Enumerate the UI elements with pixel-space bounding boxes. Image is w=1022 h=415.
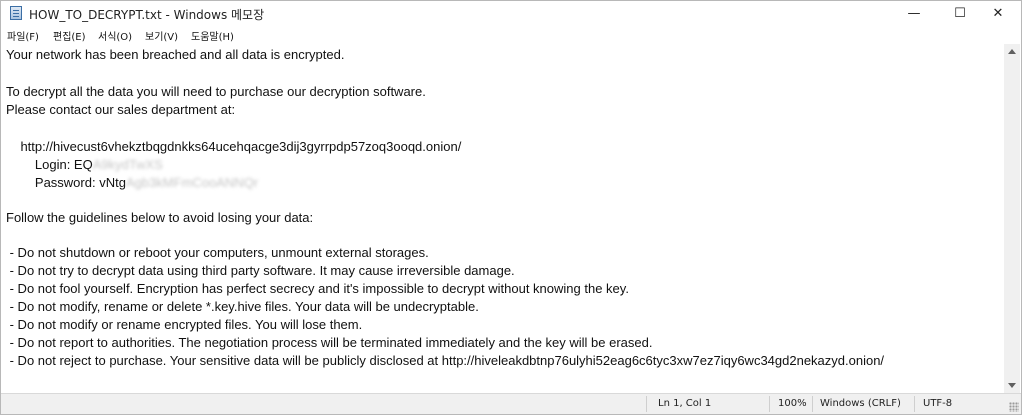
password-redacted: Agb3kMFmCooANNQr: [125, 175, 259, 190]
encoding: UTF-8: [923, 398, 953, 409]
login-label: Login: EQ: [6, 157, 93, 172]
password-line: Password: vNtgAgb3kMFmCooANNQr: [6, 175, 258, 190]
window-title: HOW_TO_DECRYPT.txt - Windows 메모장: [29, 8, 265, 22]
minimize-button[interactable]: —: [891, 1, 937, 26]
guideline-line: - Do not shutdown or reboot your compute…: [6, 245, 429, 260]
notepad-icon: [10, 6, 22, 20]
status-separator: [812, 396, 813, 412]
menu-format[interactable]: 서식(O): [98, 28, 132, 43]
status-separator: [914, 396, 915, 412]
cursor-position: Ln 1, Col 1: [658, 398, 712, 409]
scroll-down-arrow-icon[interactable]: [1008, 383, 1016, 388]
onion-url-line: http://hivecust6vhekztbqgdnkks64ucehqacg…: [6, 139, 462, 154]
menu-edit[interactable]: 편집(E): [53, 28, 86, 43]
guideline-line: - Do not modify, rename or delete *.key.…: [6, 299, 479, 314]
title-bar[interactable]: HOW_TO_DECRYPT.txt - Windows 메모장 — ☐ ✕: [1, 1, 1021, 26]
menu-help[interactable]: 도움말(H): [191, 28, 234, 43]
text-editor[interactable]: Your network has been breached and all d…: [1, 44, 1004, 393]
status-separator: [769, 396, 770, 412]
resize-grip-icon[interactable]: [1009, 402, 1019, 412]
text-line: Follow the guidelines below to avoid los…: [6, 210, 314, 225]
login-line: Login: EQA9kydTwXS: [6, 157, 163, 172]
text-line: Your network has been breached and all d…: [6, 47, 345, 62]
vertical-scrollbar[interactable]: [1004, 44, 1020, 393]
guideline-line: - Do not fool yourself. Encryption has p…: [6, 281, 629, 296]
menu-file[interactable]: 파일(F): [7, 28, 39, 43]
line-ending: Windows (CRLF): [820, 398, 901, 409]
scroll-up-arrow-icon[interactable]: [1008, 49, 1016, 54]
close-button[interactable]: ✕: [975, 1, 1021, 26]
text-line: Please contact our sales department at:: [6, 102, 236, 117]
status-separator: [646, 396, 647, 412]
guideline-line: - Do not reject to purchase. Your sensit…: [6, 353, 885, 368]
guideline-line: - Do not report to authorities. The nego…: [6, 335, 653, 350]
notepad-window: HOW_TO_DECRYPT.txt - Windows 메모장 — ☐ ✕ 파…: [0, 0, 1022, 415]
password-label: Password: vNtg: [6, 175, 126, 190]
menu-bar: 파일(F) 편집(E) 서식(O) 보기(V) 도움말(H): [1, 26, 1021, 44]
status-bar: Ln 1, Col 1 100% Windows (CRLF) UTF-8: [1, 393, 1021, 414]
login-redacted: A9kydTwXS: [92, 157, 163, 172]
guideline-line: - Do not try to decrypt data using third…: [6, 263, 515, 278]
menu-view[interactable]: 보기(V): [145, 28, 178, 43]
zoom-level: 100%: [778, 398, 807, 409]
guideline-line: - Do not modify or rename encrypted file…: [6, 317, 363, 332]
text-line: To decrypt all the data you will need to…: [6, 84, 426, 99]
